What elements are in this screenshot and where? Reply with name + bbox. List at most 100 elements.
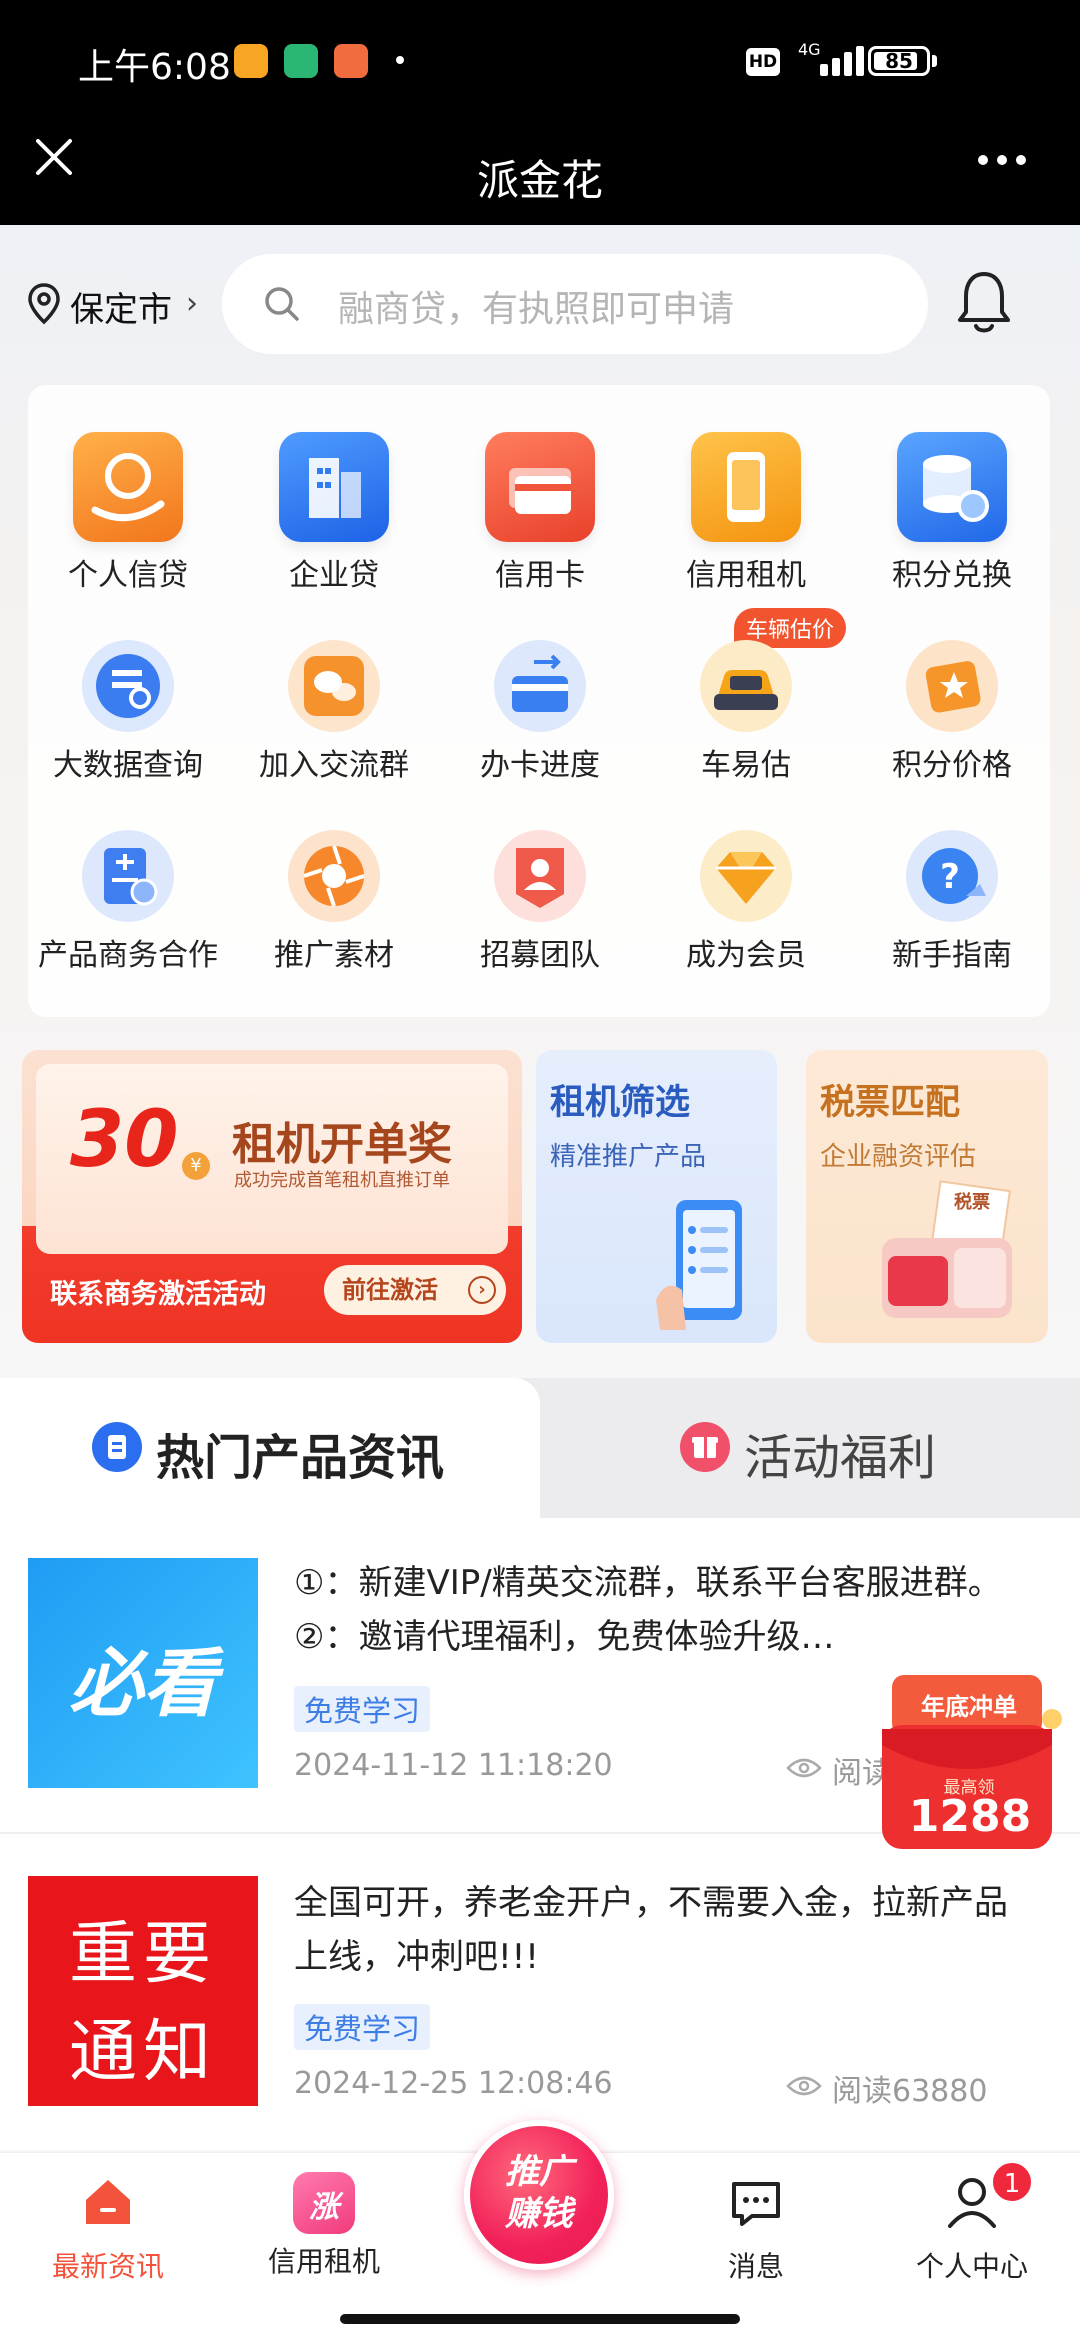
grid-item-recruit-team[interactable]: 招募团队 (437, 830, 643, 974)
tax-stamp-label: 税票 (954, 1192, 990, 1213)
cooperation-icon (82, 830, 174, 922)
home-indicator[interactable] (340, 2314, 740, 2324)
thumbnail-text: 重要 (68, 1915, 217, 1994)
grid-label: 招募团队 (480, 938, 600, 973)
nav-rent-label: 信用租机 (267, 2245, 380, 2278)
article-title[interactable]: 全国可开，养老金开户，不需要入金，拉新产品上线，冲刺吧!!! (294, 1876, 1014, 1984)
floating-promo-redpacket[interactable]: 年底冲单 最高领 1288 (868, 1665, 1070, 1855)
signal-icon (844, 52, 852, 76)
grid-item-become-member[interactable]: 成为会员 (643, 830, 849, 974)
grid-label: 推广素材 (274, 938, 394, 973)
status-time: 上午6:08 (78, 47, 231, 88)
article-read-count: 阅读63880 (832, 2074, 988, 2109)
notes-app-icon (234, 44, 268, 78)
grid-item-credit-card[interactable]: 信用卡 (437, 432, 643, 594)
article-title[interactable]: ①：新建VIP/精英交流群，联系平台客服进群。②：邀请代理福利，免费体验升级… (294, 1556, 1014, 1664)
hd-icon: HD (746, 48, 780, 76)
grid-item-business-loan[interactable]: 企业贷 (231, 432, 437, 594)
title-bar: 派金花 (0, 125, 1080, 225)
promo-amount: 1288 (908, 1791, 1032, 1842)
location-pin-icon[interactable] (26, 282, 62, 326)
credit-card-icon (485, 432, 595, 542)
banner-title: 租机筛选 (550, 1083, 691, 1123)
tax-printer-icon (882, 1180, 1012, 1318)
grid-item-personal-loan[interactable]: 个人信贷 (25, 432, 231, 594)
nav-profile[interactable]: 个人中心 (864, 2172, 1080, 2285)
notification-badge: 1 (990, 2160, 1034, 2204)
grid-item-points-exchange[interactable]: 积分兑换 (849, 432, 1055, 594)
article-date: 2024-11-12 11:18:20 (294, 1748, 613, 1783)
grid-label: 大数据查询 (53, 748, 203, 783)
nav-home[interactable]: 最新资讯 (0, 2172, 216, 2285)
page-title: 派金花 (476, 156, 603, 205)
grid-label: 新手指南 (892, 938, 1012, 973)
reward-amount: 30 (70, 1095, 179, 1185)
article-tag: 免费学习 (294, 1686, 431, 1732)
aperture-icon (288, 830, 380, 922)
promote-earn-button[interactable]: 推广 赚钱 (464, 2120, 614, 2270)
rent-rise-label: 涨 (309, 2190, 339, 2225)
grid-label: 车易估 (701, 748, 791, 783)
banner-subtitle: 企业融资评估 (820, 1142, 977, 1172)
grid-label: 信用租机 (686, 558, 806, 593)
grid-item-car-valuation[interactable]: 车易估 (643, 640, 849, 784)
phone-hand-icon (656, 1200, 742, 1330)
grid-label: 信用卡 (495, 558, 585, 593)
bell-icon[interactable] (952, 268, 1016, 338)
battery-tip (932, 55, 937, 67)
activate-button[interactable]: 前往激活 › (324, 1265, 506, 1315)
rent-rise-icon: 涨 (293, 2172, 355, 2234)
grid-label: 个人信贷 (68, 558, 188, 593)
more-notifications-dot (396, 56, 404, 64)
city-selector[interactable]: 保定市 (70, 282, 172, 331)
grid-item-beginner-guide[interactable]: ? 新手指南 (849, 830, 1055, 974)
grid-item-phone-rent[interactable]: 信用租机 (643, 432, 849, 594)
close-icon[interactable] (34, 137, 74, 177)
team-icon (494, 830, 586, 922)
banner-subtitle: 成功完成首笔租机直推订单 (234, 1170, 450, 1191)
chevron-right-icon: › (186, 286, 198, 321)
grid-item-promo-material[interactable]: 推广素材 (231, 830, 437, 974)
banner-rent-reward[interactable]: 30 ¥ 租机开单奖 成功完成首笔租机直推订单 联系商务激活活动 前往激活 › (22, 1050, 522, 1343)
banner-subtitle: 精准推广产品 (550, 1142, 707, 1172)
more-options-icon[interactable] (978, 150, 1035, 169)
search-icon (265, 287, 299, 321)
article-date: 2024-12-25 12:08:46 (294, 2066, 613, 2101)
grid-label: 办卡进度 (480, 748, 600, 783)
tab-hot-products-label[interactable]: 热门产品资讯 (156, 1418, 444, 1488)
banner-rent-filter[interactable]: 租机筛选 精准推广产品 (536, 1050, 777, 1343)
nav-profile-label: 个人中心 (915, 2250, 1028, 2283)
promo-top-text: 年底冲单 (921, 1693, 1017, 1721)
grid-item-cooperation[interactable]: 产品商务合作 (25, 830, 231, 974)
grid-item-card-progress[interactable]: 办卡进度 (437, 640, 643, 784)
question-icon: ? (906, 830, 998, 922)
grid-label: 企业贷 (289, 558, 379, 593)
building-icon (279, 432, 389, 542)
grid-label: 积分兑换 (892, 558, 1012, 593)
search-input[interactable]: 融商贷，有执照即可申请 (338, 280, 734, 332)
data-search-icon (82, 640, 174, 732)
tab-activities-label[interactable]: 活动福利 (744, 1418, 936, 1488)
grid-label: 产品商务合作 (38, 938, 218, 973)
eye-icon (786, 1758, 822, 1778)
grid-item-big-data[interactable]: 大数据查询 (25, 640, 231, 784)
article-thumbnail[interactable]: 重要 通知 (28, 1876, 258, 2106)
banner-tax-match[interactable]: 税票匹配 企业融资评估 税票 (806, 1050, 1048, 1343)
thumbnail-text: 通知 (68, 2013, 217, 2092)
star-tag-icon (906, 640, 998, 732)
article-thumbnail[interactable]: 必看 (28, 1558, 258, 1788)
network-label: 4G (798, 40, 821, 59)
article-tag: 免费学习 (294, 2004, 431, 2050)
nav-credit-rent[interactable]: 涨 信用租机 (216, 2172, 432, 2280)
grid-item-points-price[interactable]: 积分价格 (849, 640, 1055, 784)
message-icon (732, 2182, 780, 2226)
home-icon (86, 2180, 130, 2224)
grid-item-join-group[interactable]: 加入交流群 (231, 640, 437, 784)
promote-line1: 推广 (505, 2152, 573, 2192)
diamond-icon (700, 830, 792, 922)
car-icon (700, 640, 792, 732)
shield-app-icon (284, 44, 318, 78)
gift-icon (680, 1422, 730, 1472)
card-progress-icon (494, 640, 586, 732)
nav-messages[interactable]: 消息 (648, 2172, 864, 2285)
